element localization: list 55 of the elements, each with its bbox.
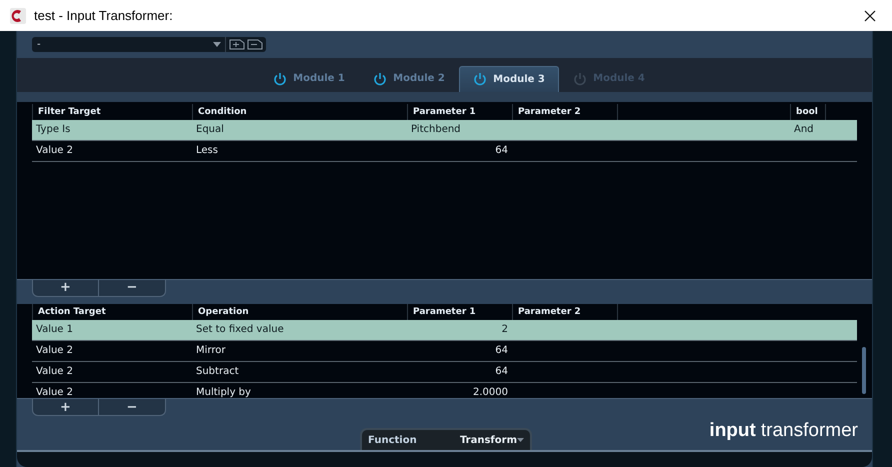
table-cell: Set to fixed value (196, 324, 284, 336)
module-tab[interactable]: Module 3 (459, 66, 559, 92)
filter-row[interactable]: Value 2 Less 64 (32, 140, 857, 162)
action-row[interactable]: Value 1 Set to fixed value 2 (32, 320, 857, 341)
table-cell: 2.0000 (473, 387, 508, 398)
module-tab[interactable]: Module 2 (359, 66, 459, 92)
table-cell: Value 2 (36, 387, 74, 398)
column-header: Parameter 2 (518, 306, 581, 317)
module-tab[interactable]: Module 1 (259, 66, 359, 92)
filter-row[interactable]: Type Is Equal Pitchbend And (32, 120, 857, 141)
table-cell: Subtract (196, 366, 239, 378)
app-logo-icon (10, 8, 26, 24)
remove-preset-icon[interactable] (247, 38, 263, 50)
row-edit-button[interactable]: − (99, 399, 166, 416)
column-header: Parameter 1 (413, 106, 476, 117)
table-cell: 64 (495, 345, 508, 356)
table-cell: Multiply by (196, 387, 251, 398)
action-row[interactable]: Value 2 Subtract 64 (32, 362, 857, 383)
column-header: Filter Target (38, 106, 101, 117)
column-header: Operation (198, 306, 249, 317)
table-cell: Value 1 (36, 324, 74, 336)
table-cell: 64 (495, 366, 508, 378)
store-preset-icon[interactable] (229, 38, 245, 50)
table-cell: Type Is (36, 124, 70, 136)
column-header: Condition (198, 106, 247, 117)
power-icon[interactable] (273, 72, 288, 86)
column-header: bool (796, 106, 818, 117)
row-edit-button[interactable]: − (99, 280, 166, 297)
caret-icon (517, 438, 524, 442)
caret-icon (213, 42, 221, 47)
table-cell: 2 (502, 324, 508, 336)
function-dropdown[interactable]: Function Transform (360, 428, 532, 450)
brand-name: transformer (760, 420, 858, 442)
table-cell: 64 (495, 145, 508, 156)
column-header: Parameter 1 (413, 306, 476, 317)
brand-name: input (709, 420, 756, 442)
column-header: Parameter 2 (518, 106, 581, 117)
row-edit-button[interactable]: + (32, 399, 99, 416)
table-cell: Mirror (196, 345, 226, 356)
table-cell: Value 2 (36, 366, 74, 378)
table-cell: And (794, 124, 814, 136)
power-icon[interactable] (473, 72, 488, 86)
close-icon[interactable] (864, 10, 876, 22)
action-row[interactable]: Value 2 Mirror 64 (32, 340, 857, 362)
table-cell: Equal (196, 124, 224, 136)
table-cell: Value 2 (36, 145, 74, 156)
row-edit-button[interactable]: + (32, 280, 99, 297)
table-cell: Value 2 (36, 345, 74, 356)
table-cell: Pitchbend (411, 124, 461, 136)
table-cell: Less (196, 145, 218, 156)
power-icon[interactable] (373, 72, 388, 86)
preset-dropdown[interactable]: - (32, 36, 225, 52)
column-header: Action Target (38, 306, 106, 317)
scrollbar-thumb[interactable] (862, 346, 866, 394)
window-title: test - Input Transformer: (34, 8, 174, 23)
